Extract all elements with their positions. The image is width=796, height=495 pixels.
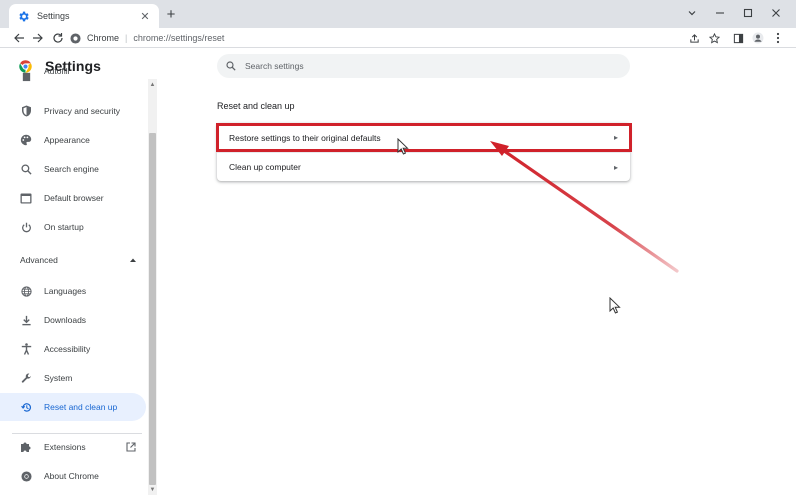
chrome-icon xyxy=(20,470,32,482)
sidebar-item-search-engine[interactable]: Search engine xyxy=(0,155,146,183)
omnibox-url: chrome://settings/reset xyxy=(133,33,225,43)
sidebar-item-label: About Chrome xyxy=(44,471,99,481)
omnibox-site-chip: Chrome xyxy=(87,33,120,43)
sidebar-item-on-startup[interactable]: On startup xyxy=(0,213,146,241)
search-icon xyxy=(226,61,236,71)
restore-defaults-row[interactable]: Restore settings to their original defau… xyxy=(217,123,630,152)
address-bar[interactable]: Chrome | chrome://settings/reset xyxy=(70,29,730,47)
search-icon xyxy=(20,163,32,175)
back-icon[interactable] xyxy=(11,30,27,46)
clean-up-computer-label: Clean up computer xyxy=(229,162,301,172)
reload-icon[interactable] xyxy=(50,30,66,46)
gear-icon xyxy=(17,10,30,23)
advanced-label: Advanced xyxy=(20,255,58,265)
close-window-button[interactable] xyxy=(762,3,790,23)
sidebar-item-appearance[interactable]: Appearance xyxy=(0,126,146,154)
tab-close-icon[interactable]: ✕ xyxy=(139,10,151,23)
sidebar-item-label: Privacy and security xyxy=(44,106,121,116)
sidebar-item-default-browser[interactable]: Default browser xyxy=(0,184,146,212)
sidebar-item-label: System xyxy=(44,373,73,383)
reset-options-card: Restore settings to their original defau… xyxy=(217,123,630,181)
sidebar-item-accessibility[interactable]: Accessibility xyxy=(0,335,146,363)
sidebar-item-privacy[interactable]: Privacy and security xyxy=(0,97,146,125)
sidebar-item-autofill[interactable]: Autofill xyxy=(0,68,146,82)
tab-strip: Settings ✕ + xyxy=(0,0,796,28)
browser-icon xyxy=(20,192,32,204)
sidebar-item-system[interactable]: System xyxy=(0,364,146,392)
sidebar-item-label: Downloads xyxy=(44,315,87,325)
share-icon[interactable] xyxy=(686,30,702,46)
accessibility-icon xyxy=(20,343,32,355)
chevron-right-icon: ▸ xyxy=(613,162,618,172)
settings-sidebar: Settings Autofill Privacy and security A… xyxy=(0,49,160,495)
window-chevron-icon[interactable] xyxy=(678,3,706,23)
restore-icon xyxy=(20,401,32,413)
sidebar-advanced-toggle[interactable]: Advanced xyxy=(20,255,136,265)
sidebar-item-label: Reset and clean up xyxy=(44,402,118,412)
sidebar-item-label: Default browser xyxy=(44,193,104,203)
menu-icon[interactable] xyxy=(770,30,786,46)
caret-up-icon xyxy=(130,258,136,262)
omnibox-separator: | xyxy=(125,33,128,43)
sidebar-item-about-chrome[interactable]: About Chrome xyxy=(0,462,146,490)
bookmark-star-icon[interactable] xyxy=(706,30,722,46)
new-tab-button[interactable]: + xyxy=(163,7,179,23)
shield-icon xyxy=(20,105,32,117)
puzzle-icon xyxy=(20,441,32,453)
browser-toolbar: Chrome | chrome://settings/reset xyxy=(0,28,796,48)
mouse-cursor-icon xyxy=(609,297,621,314)
clipboard-icon xyxy=(20,70,32,82)
sidebar-item-downloads[interactable]: Downloads xyxy=(0,306,146,334)
scroll-up-arrow-icon[interactable]: ▲ xyxy=(148,80,157,90)
palette-icon xyxy=(20,134,32,146)
profile-icon[interactable] xyxy=(750,30,766,46)
tab-title: Settings xyxy=(37,11,70,21)
sidebar-scrollbar-thumb[interactable] xyxy=(149,133,156,485)
chrome-icon xyxy=(70,32,81,44)
sidebar-item-extensions[interactable]: Extensions xyxy=(0,433,146,461)
sidebar-item-reset-and-clean-up[interactable]: Reset and clean up xyxy=(0,393,146,421)
chevron-right-icon: ▸ xyxy=(613,133,618,142)
power-icon xyxy=(20,221,32,233)
side-panel-icon[interactable] xyxy=(730,30,746,46)
sidebar-item-label: Search engine xyxy=(44,164,99,174)
wrench-icon xyxy=(20,372,32,384)
download-icon xyxy=(20,314,32,326)
sidebar-item-label: Appearance xyxy=(44,135,90,145)
sidebar-item-label: Languages xyxy=(44,286,87,296)
sidebar-item-label: On startup xyxy=(44,222,84,232)
sidebar-item-label: Extensions xyxy=(44,442,86,452)
settings-search-box[interactable] xyxy=(217,54,630,78)
external-link-icon xyxy=(126,442,136,452)
section-title: Reset and clean up xyxy=(217,101,295,111)
sidebar-item-languages[interactable]: Languages xyxy=(0,277,146,305)
maximize-button[interactable] xyxy=(734,3,762,23)
search-input[interactable] xyxy=(245,61,605,71)
forward-icon[interactable] xyxy=(30,30,46,46)
minimize-button[interactable] xyxy=(706,3,734,23)
sidebar-item-label: Accessibility xyxy=(44,344,91,354)
tab-settings[interactable]: Settings ✕ xyxy=(9,4,159,28)
clean-up-computer-row[interactable]: Clean up computer ▸ xyxy=(217,152,630,181)
scroll-down-arrow-icon[interactable]: ▼ xyxy=(148,485,157,495)
sidebar-item-label: Autofill xyxy=(44,68,70,76)
restore-defaults-label: Restore settings to their original defau… xyxy=(229,132,381,143)
globe-icon xyxy=(20,285,32,297)
